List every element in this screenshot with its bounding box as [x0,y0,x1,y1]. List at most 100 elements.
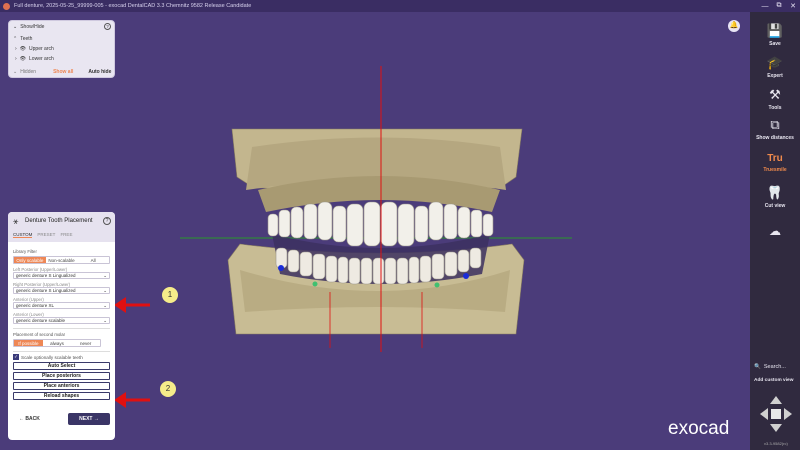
filter-non-scalable[interactable]: Non-scalable [46,257,78,263]
tooth-icon: 🦷 [766,185,784,200]
chevron-down-icon[interactable]: ⌄ [13,69,17,75]
show-distances-button[interactable]: ⧉ Show distances [750,116,800,141]
anterior-lower-value: generic denture scalable [16,318,66,323]
tab-custom[interactable]: CUSTOM [13,232,33,238]
panel-title: Denture Tooth Placement [25,218,93,224]
next-button[interactable]: NEXT → [68,413,110,425]
second-molar-if-possible[interactable]: If possible [14,340,43,346]
second-molar-toggle: If possible always never [13,339,101,347]
tools-icon: ⚒ [769,87,781,102]
mode-tabs: CUSTOM PRESET FREE [13,232,72,238]
checkbox-checked-icon[interactable]: ✓ [13,354,19,360]
show-all-button[interactable]: Show all [53,69,73,75]
nav-row: ← BACK NEXT → [13,413,110,425]
left-posterior-value: generic denture S Lingualized [16,273,76,278]
back-label: BACK [25,416,40,422]
truesmile-icon: Tru [767,153,783,164]
show-hide-title: Show/Hide [20,24,45,30]
landmark-point[interactable] [434,282,440,288]
search-label: Search... [763,364,786,370]
expert-label: Expert [767,73,783,79]
window-titlebar: Full denture, 2025-05-25_99999-005 - exo… [0,0,800,12]
tab-free[interactable]: FREE [60,232,72,238]
landmark-point[interactable] [278,265,284,271]
arrow-right-icon: → [92,416,99,422]
second-molar-never[interactable]: never [71,340,100,346]
chevron-right-icon[interactable]: › [15,46,17,52]
right-posterior-select[interactable]: generic denture S Lingualized ⌄ [13,287,110,294]
hidden-row: ⌄ Hidden Show all Auto hide [13,69,113,75]
back-button[interactable]: ← BACK [13,416,40,422]
bell-icon[interactable]: 🔔 [728,20,740,32]
place-anteriors-button[interactable]: Place anteriors [13,382,110,390]
right-toolbar: 💾 Save 🎓 Expert ⚒ Tools ⧉ Show distances… [750,12,800,450]
auto-select-button[interactable]: Auto Select [13,362,110,370]
chevron-down-icon[interactable]: ⌄ [13,24,17,30]
landmark-point[interactable] [463,273,469,279]
landmark-point[interactable] [312,281,318,287]
truesmile-button[interactable]: Tru Truesmile [750,148,800,173]
show-distances-label: Show distances [756,135,794,141]
plugin-button[interactable]: ☁ [750,222,800,240]
panel-header: ⚹ Denture Tooth Placement ? CUSTOM PRESE… [8,212,115,242]
graduation-cap-icon: 🎓 [766,55,784,70]
view-cube-icon[interactable] [758,392,794,436]
cloud-tooth-icon: ☁ [769,224,781,238]
auto-hide-button[interactable]: Auto hide [88,69,111,75]
left-posterior-select[interactable]: generic denture S Lingualized ⌄ [13,272,110,279]
teeth-label: Teeth [20,36,33,42]
place-posteriors-button[interactable]: Place posteriors [13,372,110,380]
anterior-lower-select[interactable]: generic denture scalable ⌄ [13,317,110,324]
app-icon [3,2,10,10]
upper-arch-label: Upper arch [29,46,54,52]
chevron-down-icon: ⌄ [103,272,107,278]
maximize-button[interactable]: ⧉ [772,2,786,10]
library-filter-label: Library Filter [13,249,37,254]
library-filter-toggle: Only scalable Non-scalable All [13,256,110,264]
add-custom-view-button[interactable]: Add custom view [754,378,793,383]
second-molar-label: Placement of second molar [13,332,66,337]
eye-icon[interactable]: 👁 [20,56,26,62]
eye-icon[interactable]: 👁 [20,46,26,52]
show-hide-panel: ⌄ Show/Hide ? ⌃ Teeth › 👁 Upper arch › 👁… [8,20,115,78]
chevron-down-icon: ⌄ [103,302,107,308]
magic-wand-icon: ⚹ [13,216,19,226]
chevron-up-icon[interactable]: ⌃ [13,36,17,42]
save-label: Save [769,41,781,47]
help-icon[interactable]: ? [103,217,111,225]
next-label: NEXT [79,416,93,422]
save-button[interactable]: 💾 Save [750,22,800,47]
scale-checkbox-row[interactable]: ✓ Scale optionally scalable teeth [13,354,110,360]
tab-preset[interactable]: PRESET [37,232,55,238]
denture-tooth-placement-panel: ⚹ Denture Tooth Placement ? CUSTOM PRESE… [8,212,115,440]
annotation-arrow-1 [114,297,150,313]
tools-button[interactable]: ⚒ Tools [750,86,800,111]
save-icon: 💾 [766,23,784,38]
lower-arch-item[interactable]: › 👁 Lower arch [15,56,54,62]
annotation-arrow-2 [114,392,150,408]
window-title: Full denture, 2025-05-25_99999-005 - exo… [14,3,252,9]
expert-button[interactable]: 🎓 Expert [750,54,800,79]
reload-shapes-button[interactable]: Reload shapes [13,392,110,400]
show-hide-header: ⌄ Show/Hide [13,24,44,30]
help-icon[interactable]: ? [104,23,111,30]
exocad-logo: exocad [668,418,730,439]
anterior-upper-select[interactable]: generic denture XL ⌄ [13,302,110,309]
minimize-button[interactable]: — [758,3,772,10]
teeth-group[interactable]: ⌃ Teeth [13,36,32,42]
close-button[interactable]: ✕ [786,2,800,10]
second-molar-always[interactable]: always [43,340,72,346]
scale-checkbox-label: Scale optionally scalable teeth [21,354,83,360]
chevron-down-icon: ⌄ [103,317,107,323]
chevron-down-icon: ⌄ [103,287,107,293]
distances-icon: ⧉ [770,117,780,132]
cut-view-button[interactable]: 🦷 Cut view [750,184,800,209]
filter-only-scalable[interactable]: Only scalable [14,257,46,263]
hidden-label: Hidden [20,69,37,75]
chevron-right-icon[interactable]: › [15,56,17,62]
search-views[interactable]: 🔍 Search... [754,364,786,370]
upper-arch-item[interactable]: › 👁 Upper arch [15,46,54,52]
filter-all[interactable]: All [77,257,109,263]
divider [13,351,110,352]
right-posterior-value: generic denture S Lingualized [16,288,76,293]
